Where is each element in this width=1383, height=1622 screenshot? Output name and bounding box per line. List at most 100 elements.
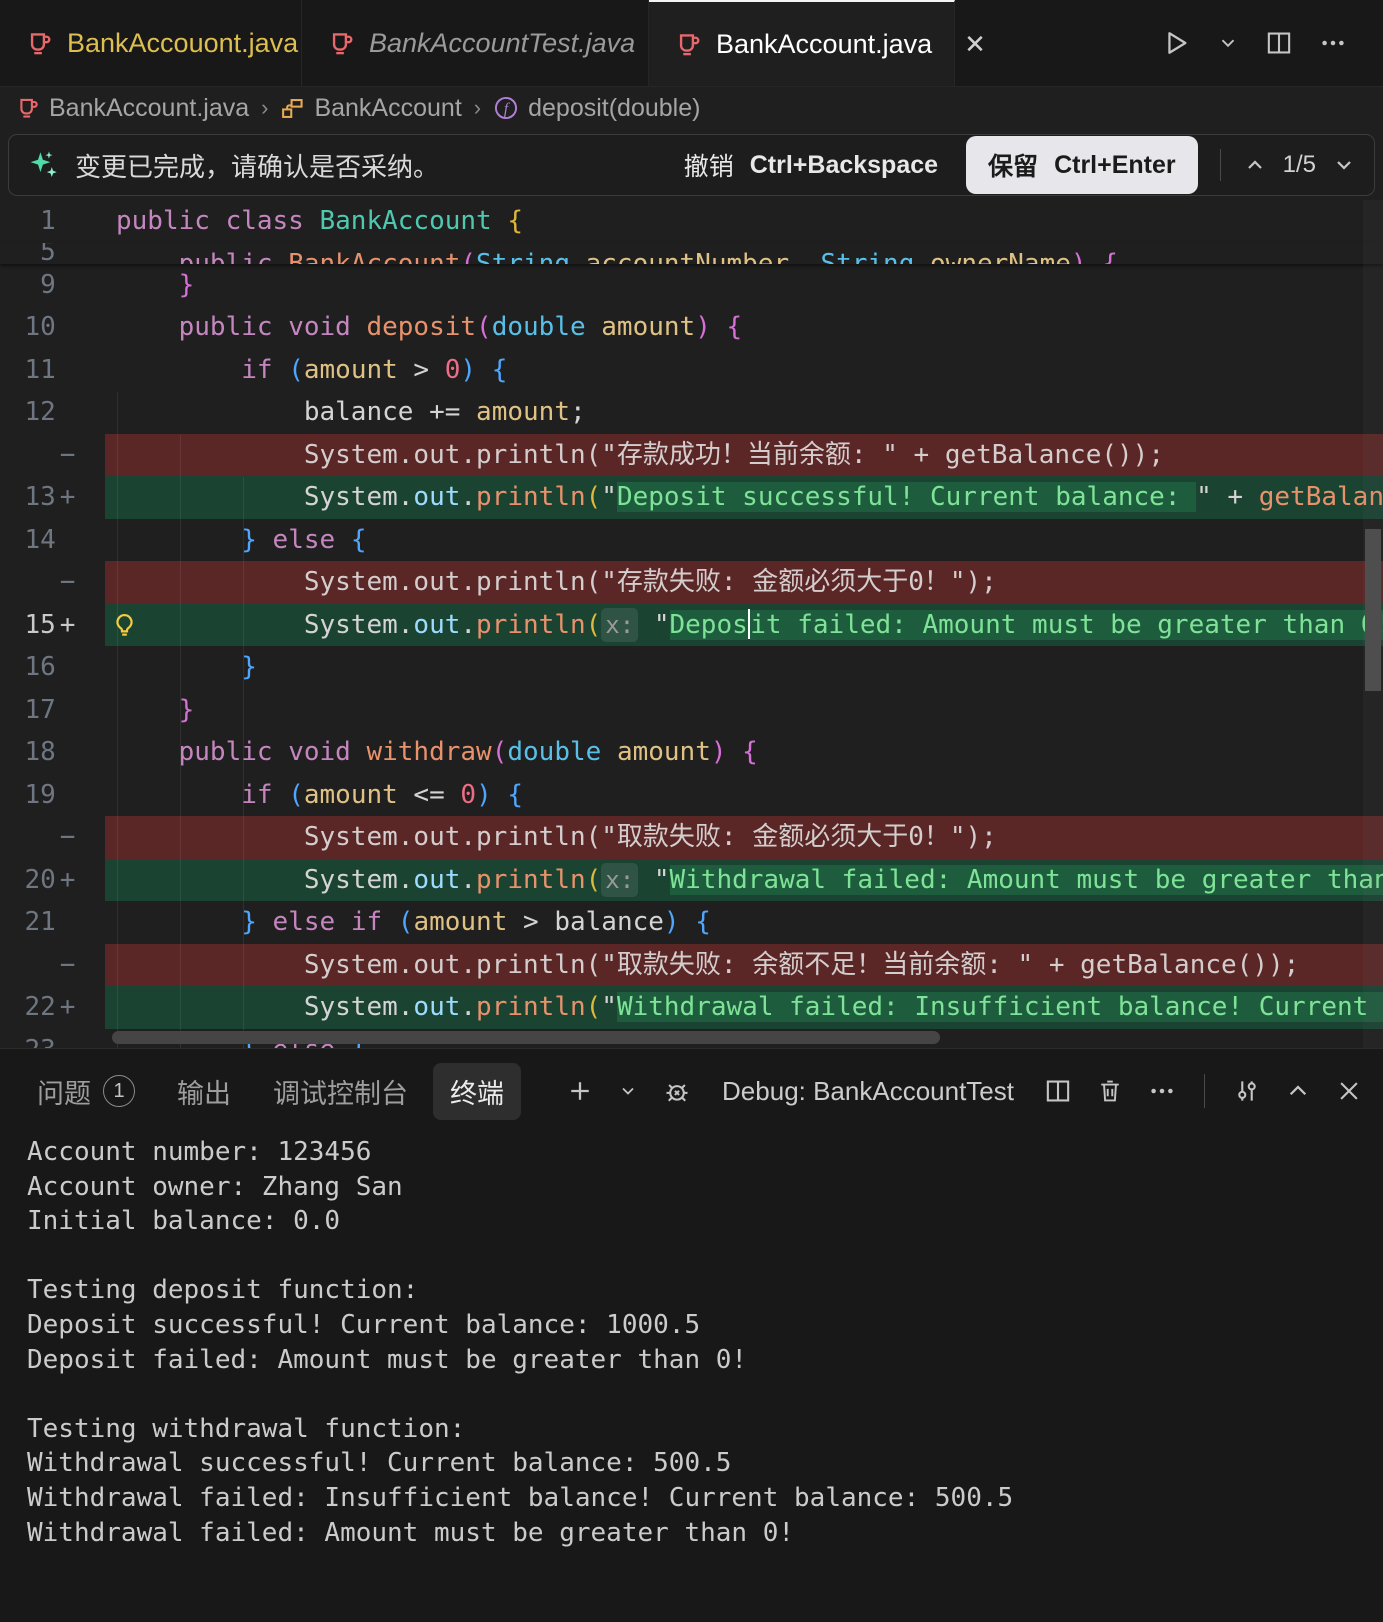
line-gutter: 22+ [0, 986, 105, 1029]
code-line-19[interactable]: 19 if (amount <= 0) { [0, 774, 1383, 817]
code-line-diff[interactable]: − System.out.println("存款成功！当前余额: " + get… [0, 434, 1383, 477]
line-gutter: 13+ [0, 476, 105, 519]
code-line-15[interactable]: 15+ System.out.println(x: "Deposit faile… [0, 604, 1383, 647]
terminal-session-label[interactable]: Debug: BankAccountTest [722, 1076, 1014, 1107]
code-line-14[interactable]: 14 } else { [0, 519, 1383, 562]
java-file-icon [675, 31, 702, 58]
change-position: 1/5 [1283, 151, 1316, 179]
editor-actions [955, 0, 1383, 86]
method-symbol-icon: f [493, 95, 519, 121]
code-line-17[interactable]: 17 } [0, 689, 1383, 732]
terminal-output[interactable]: Account number: 123456Account owner: Zha… [27, 1135, 1373, 1550]
line-gutter: 16 [0, 646, 105, 689]
lightbulb-icon[interactable] [111, 612, 138, 639]
line-gutter: − [0, 816, 105, 859]
next-change-icon[interactable] [1332, 153, 1356, 177]
terminal-line [27, 1377, 1373, 1412]
code-line-9[interactable]: 9 } [0, 264, 1383, 307]
banner-message: 变更已完成，请确认是否采纳。 [75, 147, 439, 184]
terminal-line: Testing withdrawal function: [27, 1412, 1373, 1447]
code-line-diff[interactable]: − System.out.println("取款失败: 余额不足！当前余额: "… [0, 944, 1383, 987]
divider [1220, 149, 1221, 181]
code-line-diff[interactable]: − System.out.println("存款失败: 金额必须大于0！"); [0, 561, 1383, 604]
line-gutter: 19 [0, 774, 105, 817]
code-line-12[interactable]: 12 balance += amount; [0, 391, 1383, 434]
line-gutter: − [0, 944, 105, 987]
terminal-line: Withdrawal failed: Insufficient balance!… [27, 1481, 1373, 1516]
code-line-18[interactable]: 18 public void withdraw(double amount) { [0, 731, 1383, 774]
panel-tab-terminal[interactable]: 终端 [433, 1063, 521, 1120]
code-line-10[interactable]: 10 public void deposit(double amount) { [0, 306, 1383, 349]
new-terminal-icon[interactable] [566, 1077, 594, 1105]
code-line-22[interactable]: 22+ System.out.println("Withdrawal faile… [0, 986, 1383, 1029]
line-gutter: − [0, 434, 105, 477]
kill-terminal-trash-icon[interactable] [1096, 1077, 1124, 1105]
chevron-right-icon: › [259, 95, 270, 121]
keep-button[interactable]: 保留Ctrl+Enter [966, 136, 1198, 194]
code-line-5[interactable]: 5 public BankAccount(String accountNumbe… [0, 243, 1383, 264]
previous-change-icon[interactable] [1243, 153, 1267, 177]
undo-button[interactable]: 撤销Ctrl+Backspace [678, 146, 944, 184]
split-editor-icon[interactable] [1265, 29, 1293, 57]
close-tab-icon[interactable]: ✕ [964, 29, 986, 60]
line-gutter: 10 [0, 306, 105, 349]
panel-tab-problems[interactable]: 问题 1 [20, 1063, 152, 1120]
close-panel-icon[interactable] [1335, 1077, 1363, 1105]
line-gutter: 12 [0, 391, 105, 434]
line-gutter: 23 [0, 1029, 105, 1048]
code-line-1[interactable]: 1public class BankAccount { [0, 200, 1383, 243]
line-gutter: 20+ [0, 859, 105, 902]
panel-layout-filter-icon[interactable] [1233, 1077, 1261, 1105]
debug-terminal-icon [662, 1076, 692, 1106]
line-gutter: 9 [0, 264, 105, 307]
indent-guide [180, 435, 181, 1048]
chevron-right-icon: › [472, 95, 483, 121]
code-line-16[interactable]: 16 } [0, 646, 1383, 689]
terminal-actions: Debug: BankAccountTest [566, 1074, 1363, 1108]
line-gutter: 11 [0, 349, 105, 392]
inline-chat-banner: 变更已完成，请确认是否采纳。 撤销Ctrl+Backspace 保留Ctrl+E… [8, 134, 1375, 196]
run-dropdown-chevron-icon[interactable] [1217, 32, 1239, 54]
problems-count-badge: 1 [103, 1075, 135, 1107]
tab-bankaccount-java-active[interactable]: BankAccount.java ✕ [649, 0, 955, 86]
line-gutter: 15+ [0, 604, 105, 647]
terminal-line: Account number: 123456 [27, 1135, 1373, 1170]
terminal-line: Initial balance: 0.0 [27, 1204, 1373, 1239]
breadcrumb: BankAccount.java › BankAccount › f depos… [0, 87, 1383, 129]
terminal-line: Deposit successful! Current balance: 100… [27, 1308, 1373, 1343]
run-button[interactable] [1161, 28, 1191, 58]
code-line-21[interactable]: 21 } else if (amount > balance) { [0, 901, 1383, 944]
terminal-line: Account owner: Zhang San [27, 1170, 1373, 1205]
tab-label: BankAccouont.java [67, 28, 298, 59]
line-gutter: 18 [0, 731, 105, 774]
breadcrumb-method[interactable]: f deposit(double) [493, 94, 700, 123]
breadcrumb-class[interactable]: BankAccount [280, 94, 461, 123]
tab-bankaccounttest-java[interactable]: BankAccountTest.java [302, 0, 649, 86]
scrollbar-thumb[interactable] [1365, 529, 1381, 691]
code-line-diff[interactable]: − System.out.println("取款失败: 金额必须大于0！"); [0, 816, 1383, 859]
split-terminal-icon[interactable] [1044, 1077, 1072, 1105]
terminal-line: Withdrawal successful! Current balance: … [27, 1446, 1373, 1481]
terminal-line: Testing deposit function: [27, 1273, 1373, 1308]
tab-bankaccouont-java[interactable]: BankAccouont.java [0, 0, 302, 86]
code-line-11[interactable]: 11 if (amount > 0) { [0, 349, 1383, 392]
maximize-panel-icon[interactable] [1285, 1078, 1311, 1104]
code-line-20[interactable]: 20+ System.out.println(x: "Withdrawal fa… [0, 859, 1383, 902]
java-file-icon [328, 30, 355, 57]
line-gutter: 5 [0, 243, 105, 264]
panel-tab-output[interactable]: 输出 [160, 1063, 248, 1120]
code-line-13[interactable]: 13+ System.out.println("Deposit successf… [0, 476, 1383, 519]
horizontal-scrollbar[interactable] [112, 1031, 940, 1044]
more-actions-icon[interactable] [1319, 29, 1347, 57]
terminal-dropdown-chevron-icon[interactable] [618, 1081, 638, 1101]
vertical-scrollbar[interactable] [1363, 200, 1383, 1048]
svg-text:f: f [504, 101, 511, 118]
line-gutter: − [0, 561, 105, 604]
panel-tab-debug-console[interactable]: 调试控制台 [256, 1063, 425, 1120]
line-gutter: 21 [0, 901, 105, 944]
line-gutter: 1 [0, 200, 105, 243]
sparkle-icon [27, 148, 61, 182]
terminal-more-actions-icon[interactable] [1148, 1077, 1176, 1105]
code-editor: 变更已完成，请确认是否采纳。 撤销Ctrl+Backspace 保留Ctrl+E… [0, 129, 1383, 1048]
breadcrumb-file[interactable]: BankAccount.java [16, 94, 249, 123]
